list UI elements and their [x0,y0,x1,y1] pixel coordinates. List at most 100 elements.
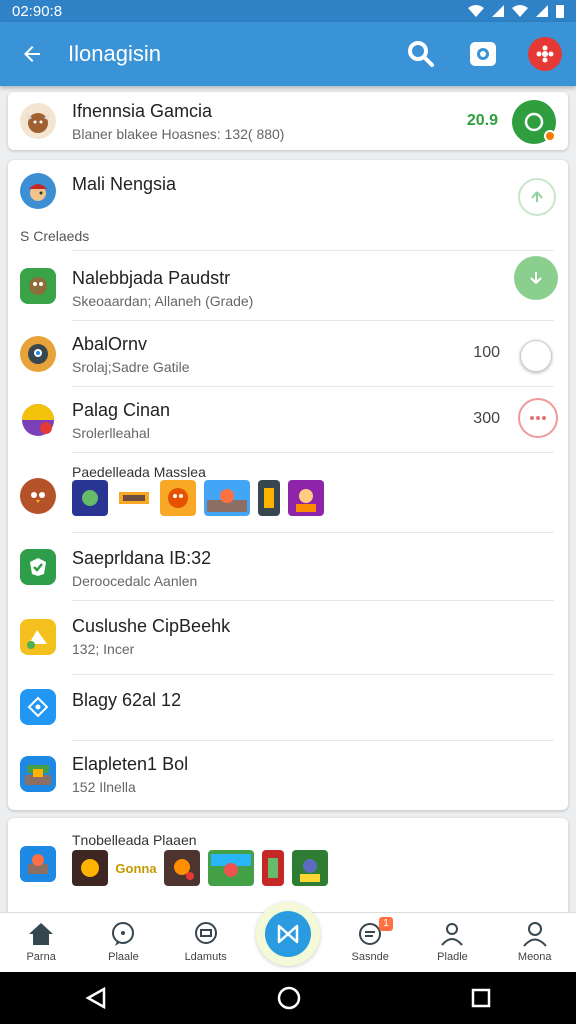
main-card: Mali Nengsia S Crelaeds Nalebbjada Pauds… [8,160,568,810]
app-bar: Ilonagisin [0,22,576,86]
featured-value: 20.9 [466,112,498,129]
game-icon [20,268,56,304]
search-icon [408,41,434,67]
featured-subtitle: Blaner blakee Hoasnes: 132( 880) [72,126,285,142]
nav-messages[interactable]: Ldamuts [165,913,247,973]
list-item[interactable]: Cuslushe CipBeehk 132; Incer [8,602,568,672]
item-subtitle: Srolerlleahal [72,425,150,441]
more-dots-icon [530,416,546,420]
diamond-icon [20,689,56,725]
home-circle-icon[interactable] [276,985,302,1011]
status-bar: 02:90:8 [0,0,576,22]
profile-icon [522,922,547,947]
chat-icon [112,922,135,946]
camera-icon [470,42,496,66]
bottom-thumb-label[interactable]: Gonna [115,850,156,886]
ring-icon [524,112,544,132]
list-item[interactable]: AbalOrnv Srolaj;Sadre Gatile 100 [8,322,568,386]
owl-avatar-icon [20,478,56,514]
notification-badge: 1 [379,917,394,931]
bottom-card: Tnobelleada Plaaen Gonna [8,818,568,914]
item-subtitle: 132; Incer [72,641,135,657]
header-action-button[interactable] [518,178,556,216]
nav-label: Parna [26,951,56,963]
page-title: Ilonagisin [68,41,161,66]
drive-icon [20,619,56,655]
nav-home[interactable]: Parna [0,913,82,973]
nav-label: Sasnde [351,951,389,963]
download-button[interactable] [514,256,558,300]
people-icon [441,923,464,946]
header-row[interactable]: Mali Nengsia [8,164,568,218]
list-item[interactable]: Saeprldana IB:32 Deroocedalc Aanlen [8,534,568,600]
gallery-thumb[interactable] [160,480,196,516]
item-subtitle: Deroocedalc Aanlen [72,573,198,589]
game-board-icon [20,756,56,792]
gallery-thumb[interactable] [116,480,152,516]
bottom-thumb[interactable] [164,850,200,886]
search-button[interactable] [390,22,452,86]
featured-action-button[interactable] [512,100,556,144]
more-button[interactable] [518,398,558,438]
shield-check-icon [20,549,56,585]
item-subtitle: Srolaj;Sadre Gatile [72,359,190,375]
signal-icon [492,5,504,17]
game-avatar-icon [20,846,56,882]
battery-icon [556,5,564,18]
flower-icon [536,45,554,63]
item-title: Saeprldana IB:32 [72,548,212,568]
item-value: 100 [473,344,500,361]
back-button[interactable] [0,22,64,86]
nav-label: Ldamuts [184,951,227,963]
featured-card[interactable]: Ifnennsia Gamcia Blaner blakee Hoasnes: … [8,92,568,150]
nav-profile[interactable]: Meona [494,913,576,973]
nav-notes[interactable]: 1 Sasnde [329,913,411,973]
list-item[interactable]: Nalebbjada Paudstr Skeoaardan; Allaneh (… [8,254,568,318]
down-arrow-icon [530,272,542,285]
center-action-button[interactable] [256,902,320,966]
toggle-switch[interactable] [520,340,552,372]
signal-icon-2 [536,5,548,17]
bottom-thumbnails: Gonna [72,850,328,886]
item-title: Blagy 62al 12 [72,690,182,710]
list-item[interactable]: Blagy 62al 12 [8,676,568,738]
gallery-thumb[interactable] [204,480,250,516]
profile-badge-button[interactable] [514,22,576,86]
item-title: Nalebbjada Paudstr [72,268,231,288]
bottom-thumb[interactable] [262,850,284,886]
list-item[interactable]: Elapleten1 Bol 152 Ilnella [8,742,568,806]
gallery-thumb[interactable] [288,480,324,516]
orange-dot-badge [544,130,556,142]
ball-icon [20,402,56,438]
header-title: Mali Nengsia [72,174,177,194]
recents-square-icon[interactable] [470,987,492,1009]
back-triangle-icon[interactable] [84,986,108,1010]
app-logo-badge [528,37,562,71]
featured-row[interactable]: Ifnennsia Gamcia Blaner blakee Hoasnes: … [8,92,568,150]
featured-title: Ifnennsia Gamcia [72,101,213,121]
nav-label: Pladle [437,951,468,963]
gallery-title: Paedelleada Masslea [72,464,206,480]
gallery-thumb[interactable] [72,480,108,516]
system-navigation [0,972,576,1024]
wifi-icon [468,5,484,17]
item-title: Cuslushe CipBeehk [72,616,231,636]
nav-chat[interactable]: Plaale [82,913,164,973]
item-subtitle: 152 Ilnella [72,779,136,795]
list-item[interactable]: Palag Cinan Srolerlleahal 300 [8,388,568,452]
item-title: AbalOrnv [72,334,148,354]
viking-avatar-icon [20,103,56,139]
bottom-thumb[interactable] [208,850,254,886]
camera-button[interactable] [452,22,514,86]
nav-label: Plaale [108,951,139,963]
bowtie-icon [277,924,299,944]
message-icon [194,922,217,944]
nav-people[interactable]: Pladle [411,913,493,973]
bottom-thumb[interactable] [292,850,328,886]
bottom-thumb[interactable] [72,850,108,886]
item-title: Elapleten1 Bol [72,754,189,774]
bottom-card-title: Tnobelleada Plaaen [72,832,197,848]
item-subtitle: Skeoaardan; Allaneh (Grade) [72,293,254,309]
mario-avatar-icon [20,173,56,209]
gallery-thumb[interactable] [258,480,280,516]
